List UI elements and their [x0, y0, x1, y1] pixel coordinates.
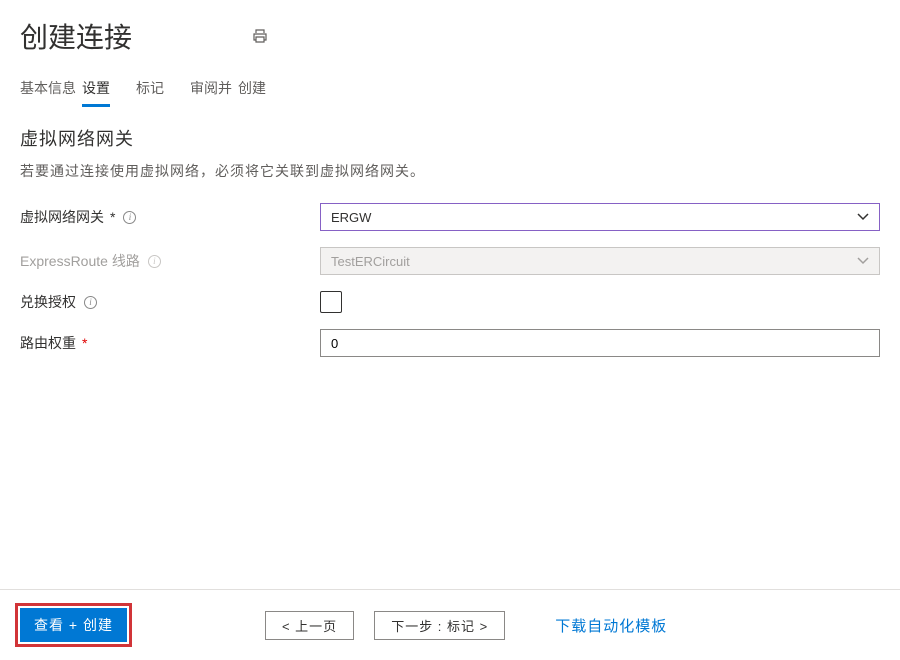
- download-template-link[interactable]: 下载自动化模板: [555, 615, 667, 636]
- section-title: 虚拟网络网关: [20, 125, 880, 151]
- tab-review-prefix[interactable]: 审阅并: [190, 78, 232, 107]
- gateway-label: 虚拟网络网关* i: [20, 207, 320, 227]
- circuit-value: TestERCircuit: [331, 254, 410, 269]
- info-icon[interactable]: i: [84, 296, 97, 309]
- redeem-label: 兑换授权 i: [20, 292, 320, 312]
- gateway-dropdown[interactable]: ERGW: [320, 203, 880, 231]
- next-button[interactable]: 下一步 : 标记 >: [374, 611, 505, 640]
- weight-label: 路由权重*: [20, 333, 320, 353]
- gateway-value: ERGW: [331, 210, 371, 225]
- tabs: 基本信息 设置 标记 审阅并 创建: [0, 64, 900, 107]
- section-desc: 若要通过连接使用虚拟网络，必须将它关联到虚拟网络网关。: [20, 161, 880, 181]
- redeem-checkbox[interactable]: [320, 291, 342, 313]
- previous-button[interactable]: < 上一页: [265, 611, 354, 640]
- chevron-down-icon: [857, 255, 869, 267]
- page-title: 创建连接: [20, 16, 132, 56]
- footer: 查看 + 创建 < 上一页 下一步 : 标记 > 下载自动化模板: [0, 589, 900, 660]
- weight-input[interactable]: [320, 329, 880, 357]
- circuit-label: ExpressRoute 线路 i: [20, 251, 320, 271]
- chevron-down-icon: [857, 211, 869, 223]
- tab-review-suffix[interactable]: 创建: [238, 78, 266, 107]
- tab-tags[interactable]: 标记: [136, 78, 164, 107]
- review-create-button[interactable]: 查看 + 创建: [20, 608, 127, 642]
- circuit-dropdown: TestERCircuit: [320, 247, 880, 275]
- info-icon[interactable]: i: [148, 255, 161, 268]
- info-icon[interactable]: i: [123, 211, 136, 224]
- tab-basic[interactable]: 基本信息: [20, 78, 76, 107]
- print-icon[interactable]: [252, 28, 268, 44]
- tab-settings[interactable]: 设置: [82, 78, 110, 107]
